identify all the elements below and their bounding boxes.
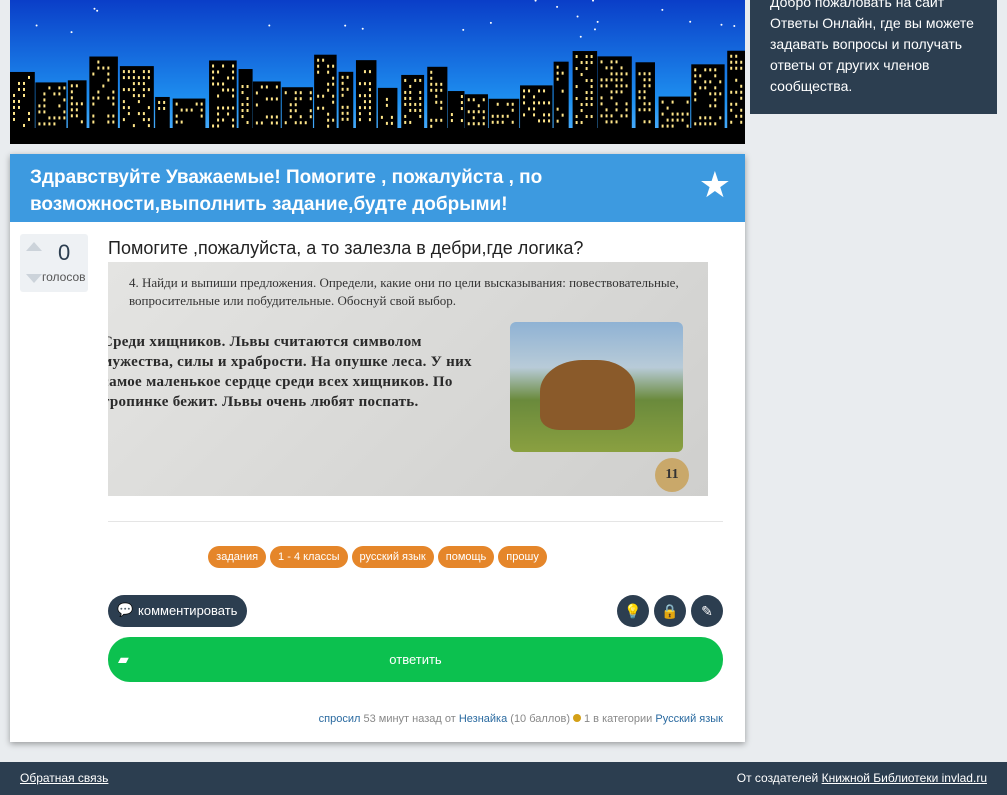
vote-count: 0 — [58, 240, 71, 265]
tag[interactable]: задания — [208, 546, 267, 568]
votes-label: голосов — [42, 270, 86, 284]
image-task-text: 4. Найди и выпиши предложения. Определи,… — [129, 275, 679, 308]
feedback-link[interactable]: Обратная связь — [20, 771, 108, 785]
user-link[interactable]: Незнайка — [459, 713, 507, 725]
answer-label: ответить — [389, 652, 442, 667]
comment-label: комментировать — [138, 603, 238, 618]
badge-dot-icon — [573, 714, 581, 722]
lightbulb-icon[interactable]: 💡 — [617, 595, 649, 627]
comment-icon: ▰ — [118, 651, 129, 667]
question-title: Помогите ,пожалуйста, а то залезла в деб… — [108, 238, 584, 258]
speech-bubble-icon: 💬 — [117, 602, 134, 617]
favorite-star-icon[interactable]: ★ — [699, 164, 731, 206]
points-text: (10 баллов) — [510, 713, 570, 725]
tag[interactable]: 1 - 4 классы — [270, 546, 348, 568]
site-banner — [10, 0, 745, 144]
edit-pencil-icon[interactable]: ✎ — [691, 595, 723, 627]
comment-button[interactable]: 💬 комментировать — [108, 595, 248, 627]
vote-up-icon[interactable] — [26, 242, 42, 251]
tag[interactable]: помощь — [437, 546, 495, 568]
question-image[interactable]: 4. Найди и выпиши предложения. Определи,… — [108, 262, 708, 496]
credit: От создателей Книжной Библиотеки invlad.… — [737, 771, 987, 785]
vote-down-icon[interactable] — [26, 274, 42, 283]
lock-icon[interactable]: 🔒 — [654, 595, 686, 627]
tag[interactable]: русский язык — [351, 546, 434, 568]
footer: Обратная связь От создателей Книжной Биб… — [0, 762, 1007, 795]
credit-link[interactable]: Книжной Библиотеки invlad.ru — [822, 771, 987, 785]
divider — [108, 521, 723, 522]
asked-link[interactable]: спросил — [319, 713, 361, 725]
image-story-text: Среди хищников. Львы считаются символом … — [108, 334, 472, 410]
time-text: 53 минут назад от — [363, 713, 456, 725]
page-number: 11 — [655, 458, 689, 492]
vote-box: 0 голосов — [20, 234, 88, 292]
city-skyline-illustration — [10, 0, 745, 144]
tag[interactable]: прошу — [498, 546, 547, 568]
answer-button[interactable]: ▰ ответить — [108, 637, 723, 682]
question-heading: Здравствуйте Уважаемые! Помогите , пожал… — [10, 154, 745, 222]
welcome-panel: Добро пожаловать на сайт Ответы Онлайн, … — [750, 0, 997, 114]
credit-prefix: От создателей — [736, 771, 819, 785]
count-text: 1 в категории — [584, 713, 653, 725]
question-card: Здравствуйте Уважаемые! Помогите , пожал… — [10, 154, 745, 742]
category-link[interactable]: Русский язык — [655, 713, 723, 725]
tag-list: задания 1 - 4 классы русский язык помощь… — [10, 546, 745, 568]
question-meta: спросил 53 минут назад от Незнайка (10 б… — [319, 713, 723, 725]
lion-picture — [510, 322, 683, 452]
welcome-text: Добро пожаловать на сайт Ответы Онлайн, … — [770, 0, 974, 94]
